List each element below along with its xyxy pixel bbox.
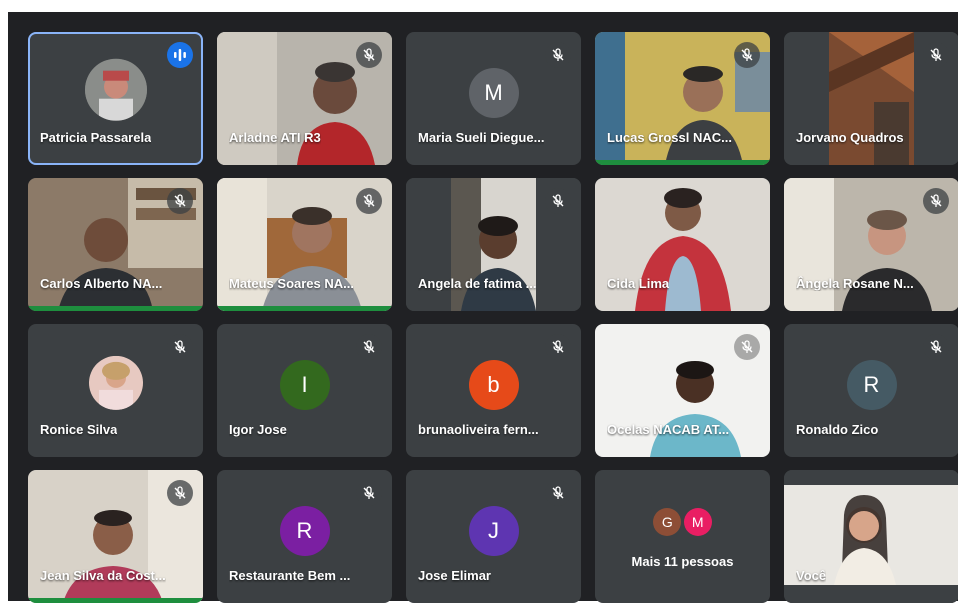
participant-tile[interactable]: R Restaurante Bem ... xyxy=(217,470,392,603)
participant-tile[interactable]: Jean Silva da Cost... xyxy=(28,470,203,603)
meeting-stage: Patricia Passarela Arladne ATI R3 M Mari… xyxy=(8,12,958,603)
mic-off-icon xyxy=(356,188,382,214)
participant-tile[interactable]: Ronice Silva xyxy=(28,324,203,457)
participant-name: Você xyxy=(796,568,827,583)
mic-off-icon xyxy=(734,334,760,360)
participant-initial-avatar: I xyxy=(279,359,330,410)
participant-name: Cida Lima xyxy=(607,276,670,291)
mic-off-icon xyxy=(923,42,949,68)
participant-name: Restaurante Bem ... xyxy=(229,568,351,583)
participant-name: Ronice Silva xyxy=(40,422,118,437)
participant-avatar xyxy=(88,355,143,410)
participant-name: Patricia Passarela xyxy=(40,130,152,145)
participant-name: Igor Jose xyxy=(229,422,287,437)
participant-name: Carlos Alberto NA... xyxy=(40,276,163,291)
mic-off-icon xyxy=(356,42,382,68)
talking-indicator-bar xyxy=(595,160,770,165)
participant-name: Maria Sueli Diegue... xyxy=(418,130,545,145)
participant-tile[interactable]: M Maria Sueli Diegue... xyxy=(406,32,581,165)
participant-initial-avatar: b xyxy=(468,359,519,410)
more-participants-avatars: G M xyxy=(595,508,770,536)
participant-tile[interactable]: Ângela Rosane N... xyxy=(784,178,958,311)
participant-name: Angela de fatima ... xyxy=(418,276,537,291)
participant-tile[interactable]: Cida Lima xyxy=(595,178,770,311)
mic-off-icon xyxy=(923,334,949,360)
mic-off-icon xyxy=(545,334,571,360)
participant-name: Jorvano Quadros xyxy=(796,130,904,145)
participant-name: Ronaldo Zico xyxy=(796,422,879,437)
participant-tile[interactable]: Ocelas NACAB AT... xyxy=(595,324,770,457)
mic-off-icon xyxy=(167,188,193,214)
participant-tile[interactable]: Patricia Passarela xyxy=(28,32,203,165)
speaking-indicator-icon xyxy=(167,42,193,68)
mic-off-icon xyxy=(356,480,382,506)
participant-tile[interactable]: Angela de fatima ... xyxy=(406,178,581,311)
participant-name: brunaoliveira fern... xyxy=(418,422,539,437)
talking-indicator-bar xyxy=(28,306,203,311)
mic-off-icon xyxy=(356,334,382,360)
participant-name: Ângela Rosane N... xyxy=(796,276,914,291)
participant-tile[interactable]: R Ronaldo Zico xyxy=(784,324,958,457)
mic-off-icon xyxy=(545,188,571,214)
self-video xyxy=(784,470,958,603)
participant-avatar xyxy=(84,58,147,121)
participant-initial-avatar: R xyxy=(846,359,897,410)
participant-tile[interactable]: Carlos Alberto NA... xyxy=(28,178,203,311)
participant-name: Mateus Soares NA... xyxy=(229,276,354,291)
mic-off-icon xyxy=(167,334,193,360)
participant-initial-avatar: R xyxy=(279,505,330,556)
participant-initial-avatar: J xyxy=(468,505,519,556)
self-tile[interactable]: Você xyxy=(784,470,958,603)
mic-off-icon xyxy=(923,188,949,214)
participant-tile[interactable]: Jorvano Quadros xyxy=(784,32,958,165)
participant-name: Jean Silva da Cost... xyxy=(40,568,166,583)
participant-tile[interactable]: I Igor Jose xyxy=(217,324,392,457)
more-participants-tile[interactable]: G M Mais 11 pessoas xyxy=(595,470,770,603)
more-participants-label: Mais 11 pessoas xyxy=(631,554,734,569)
participant-name: Arladne ATI R3 xyxy=(229,130,321,145)
participant-tile[interactable]: b brunaoliveira fern... xyxy=(406,324,581,457)
participant-name: Lucas Grossl NAC... xyxy=(607,130,732,145)
participant-initial-avatar: G xyxy=(653,508,682,536)
mic-off-icon xyxy=(545,480,571,506)
participant-tile[interactable]: Arladne ATI R3 xyxy=(217,32,392,165)
talking-indicator-bar xyxy=(217,306,392,311)
participant-name: Ocelas NACAB AT... xyxy=(607,422,730,437)
participant-tile[interactable]: Mateus Soares NA... xyxy=(217,178,392,311)
participant-tile[interactable]: Lucas Grossl NAC... xyxy=(595,32,770,165)
mic-off-icon xyxy=(167,480,193,506)
mic-off-icon xyxy=(545,42,571,68)
participant-initial-avatar: M xyxy=(468,67,519,118)
participant-initial-avatar: M xyxy=(683,508,712,536)
participant-grid: Patricia Passarela Arladne ATI R3 M Mari… xyxy=(28,32,958,603)
mic-off-icon xyxy=(734,42,760,68)
participant-video xyxy=(595,178,770,311)
participant-tile[interactable]: J Jose Elimar xyxy=(406,470,581,603)
participant-name: Jose Elimar xyxy=(418,568,491,583)
